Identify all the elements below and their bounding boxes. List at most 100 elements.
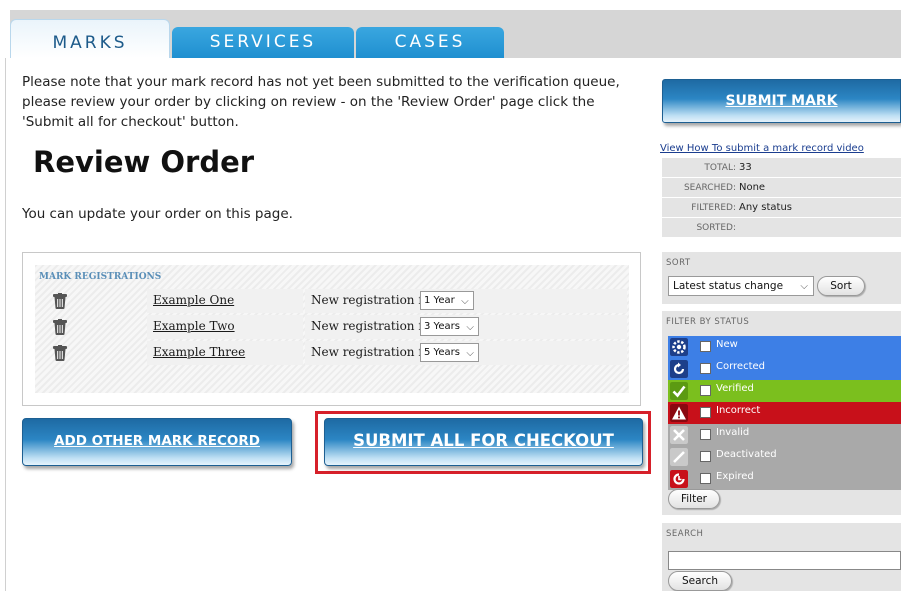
x-icon — [670, 426, 688, 444]
term-select-value: 5 Years — [424, 347, 460, 358]
row-name-cell: Example Two — [147, 315, 303, 339]
tab-bar: MARKS SERVICES CASES — [0, 0, 901, 58]
registration-label: New registration for — [311, 345, 436, 359]
chevron-down-icon: ⌵ — [461, 296, 469, 307]
search-button[interactable]: Search — [668, 571, 732, 591]
refresh-icon — [670, 360, 688, 378]
filter-checkbox-new[interactable] — [700, 341, 711, 352]
stat-value — [736, 222, 739, 233]
how-to-video-link[interactable]: View How To submit a mark record video — [660, 143, 864, 154]
term-select-value: 3 Years — [424, 321, 460, 332]
filter-checkbox-incorrect[interactable] — [700, 407, 711, 418]
page-title: Review Order — [33, 145, 255, 179]
filter-label: Invalid — [716, 427, 750, 438]
registration-label: New registration for — [311, 293, 436, 307]
filter-checkbox-verified[interactable] — [700, 385, 711, 396]
row-name-cell: Example Three — [147, 341, 303, 365]
table-row: Example One New registration for 1 Year … — [39, 289, 627, 313]
row-option-cell: New registration for 5 Years ⌵ — [305, 341, 627, 365]
row-option-cell: New registration for 3 Years ⌵ — [305, 315, 627, 339]
term-select[interactable]: 1 Year ⌵ — [420, 291, 474, 310]
clock-icon — [670, 470, 688, 488]
stat-value: Any status — [739, 202, 793, 213]
add-other-mark-record-button[interactable]: ADD OTHER MARK RECORD — [22, 418, 292, 466]
sort-title: SORT — [666, 258, 691, 268]
row-icon-cell — [39, 289, 145, 313]
filter-row-deactivated: Deactivated — [668, 446, 901, 468]
mark-registrations-table: MARK REGISTRATIONS Example One New regis… — [22, 252, 641, 406]
tab-cases[interactable]: CASES — [356, 27, 504, 58]
filter-row-verified: Verified — [668, 380, 901, 402]
mark-link[interactable]: Example Two — [153, 319, 235, 333]
filter-row-corrected: Corrected — [668, 358, 901, 380]
filter-panel: FILTER BY STATUS New Corrected Verified — [662, 311, 901, 515]
left-border — [5, 58, 6, 591]
table-row: Example Two New registration for 3 Years… — [39, 315, 627, 339]
stat-label: FILTERED: — [691, 203, 736, 213]
filter-row-new: New — [668, 336, 901, 358]
filter-label: Deactivated — [716, 449, 777, 460]
trash-icon[interactable] — [53, 293, 67, 309]
sort-select-value: Latest status change — [673, 280, 784, 292]
tab-marks[interactable]: MARKS — [10, 19, 170, 58]
update-instructions: You can update your order on this page. — [22, 206, 293, 222]
stats-panel: TOTAL: 33 SEARCHED: None FILTERED: Any stat… — [662, 158, 901, 238]
mark-link[interactable]: Example One — [153, 293, 234, 307]
stat-total: TOTAL: 33 — [662, 158, 901, 178]
chevron-down-icon: ⌵ — [800, 281, 808, 292]
filter-row-invalid: Invalid — [668, 424, 901, 446]
sort-panel: SORT Latest status change ⌵ Sort — [662, 252, 901, 304]
table-header: MARK REGISTRATIONS — [39, 272, 162, 282]
filter-title: FILTER BY STATUS — [666, 317, 750, 327]
slash-icon — [670, 448, 688, 466]
chevron-down-icon: ⌵ — [466, 348, 474, 359]
filter-checkbox-deactivated[interactable] — [700, 451, 711, 462]
term-select[interactable]: 5 Years ⌵ — [420, 343, 479, 362]
mark-registrations-inner: MARK REGISTRATIONS Example One New regis… — [35, 265, 629, 393]
filter-row-expired: Expired — [668, 468, 901, 490]
stat-label: SORTED: — [696, 223, 736, 233]
stat-value: None — [739, 182, 766, 193]
row-icon-cell — [39, 315, 145, 339]
sort-button[interactable]: Sort — [817, 276, 865, 296]
table-header-spacer — [303, 267, 627, 287]
search-input[interactable] — [668, 551, 901, 570]
sort-select[interactable]: Latest status change ⌵ — [668, 276, 814, 296]
row-option-cell: New registration for 1 Year ⌵ — [305, 289, 627, 313]
stat-sorted: SORTED: — [662, 218, 901, 238]
filter-checkbox-expired[interactable] — [700, 473, 711, 484]
stat-searched: SEARCHED: None — [662, 178, 901, 198]
stat-label: SEARCHED: — [683, 183, 736, 193]
check-icon — [670, 382, 688, 400]
chevron-down-icon: ⌵ — [466, 322, 474, 333]
table-row: Example Three New registration for 5 Yea… — [39, 341, 627, 365]
submit-all-for-checkout-button[interactable]: SUBMIT ALL FOR CHECKOUT — [324, 418, 643, 466]
row-name-cell: Example One — [147, 289, 303, 313]
submit-mark-button[interactable]: SUBMIT MARK — [662, 79, 901, 123]
gear-icon — [670, 338, 688, 356]
term-select[interactable]: 3 Years ⌵ — [420, 317, 479, 336]
search-panel: SEARCH Search — [662, 523, 901, 591]
mark-link[interactable]: Example Three — [153, 345, 245, 359]
warning-icon — [670, 404, 688, 422]
tab-services[interactable]: SERVICES — [172, 27, 354, 58]
filter-checkbox-invalid[interactable] — [700, 429, 711, 440]
row-icon-cell — [39, 341, 145, 365]
submission-notice: Please note that your mark record has no… — [22, 74, 620, 130]
stat-filtered: FILTERED: Any status — [662, 198, 901, 218]
filter-button[interactable]: Filter — [668, 489, 720, 509]
filter-label: Incorrect — [716, 405, 761, 416]
trash-icon[interactable] — [53, 319, 67, 335]
filter-label: Verified — [716, 383, 754, 394]
filter-row-incorrect: Incorrect — [668, 402, 901, 424]
stat-value: 33 — [739, 162, 752, 173]
filter-checkbox-corrected[interactable] — [700, 363, 711, 374]
registration-label: New registration for — [311, 319, 436, 333]
filter-label: Corrected — [716, 361, 765, 372]
term-select-value: 1 Year — [424, 295, 455, 306]
stat-label: TOTAL: — [704, 163, 736, 173]
filter-label: New — [716, 339, 738, 350]
filter-label: Expired — [716, 471, 754, 482]
trash-icon[interactable] — [53, 345, 67, 361]
search-title: SEARCH — [666, 529, 704, 539]
